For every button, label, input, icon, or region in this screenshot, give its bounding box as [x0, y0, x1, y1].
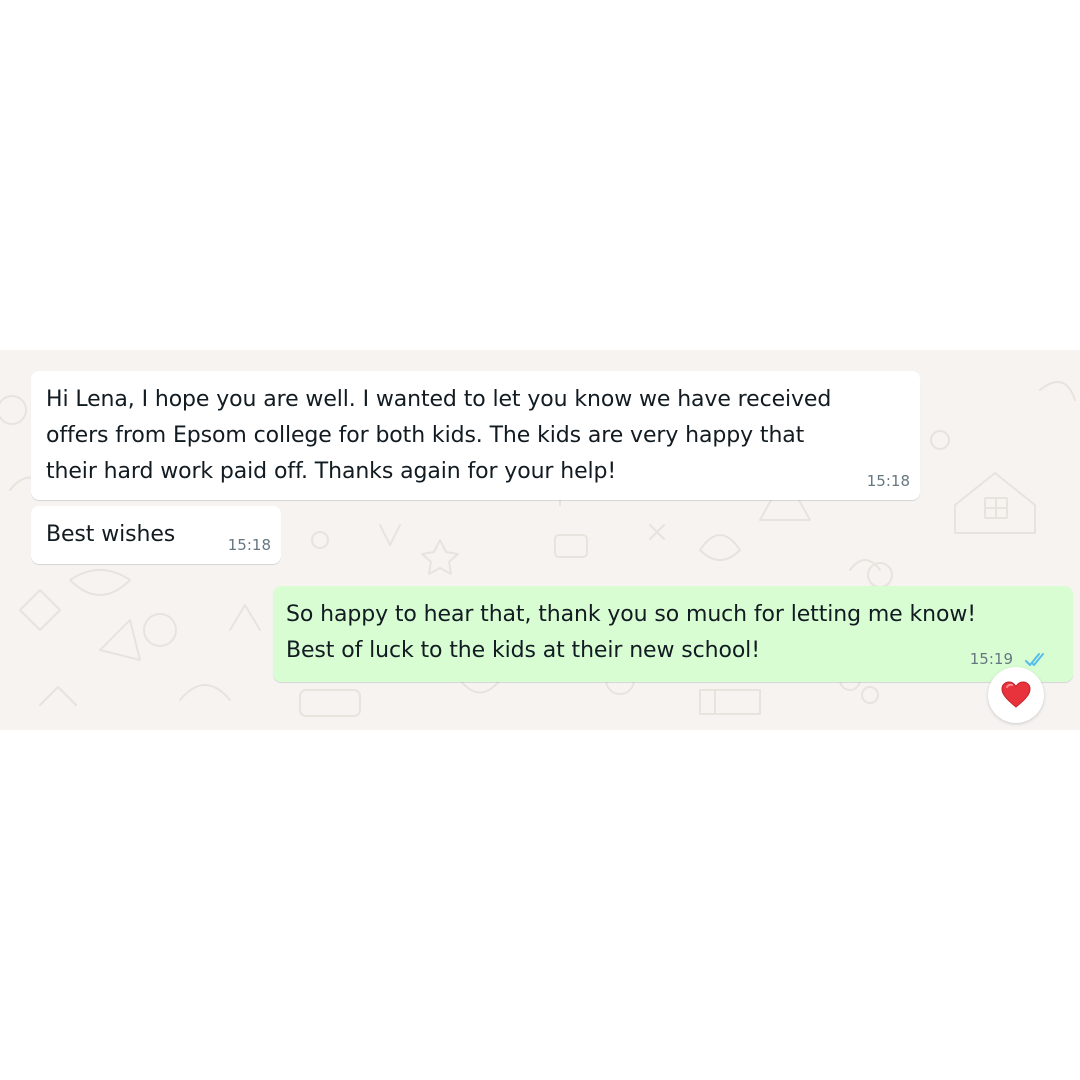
- message-timestamp: 15:19: [969, 650, 1013, 668]
- message-bubble-incoming[interactable]: Hi Lena, I hope you are well. I wanted t…: [31, 371, 920, 500]
- message-bubble-outgoing[interactable]: So happy to hear that, thank you so much…: [273, 586, 1073, 682]
- chat-conversation-panel[interactable]: Hi Lena, I hope you are well. I wanted t…: [0, 350, 1080, 730]
- page: Hi Lena, I hope you are well. I wanted t…: [0, 0, 1080, 1080]
- double-check-read-icon: [1025, 653, 1044, 666]
- message-text: So happy to hear that, thank you so much…: [286, 602, 976, 663]
- message-timestamp: 15:18: [227, 536, 271, 554]
- red-heart-icon: [1001, 681, 1031, 708]
- message-text: Hi Lena, I hope you are well. I wanted t…: [46, 387, 832, 484]
- message-bubble-incoming[interactable]: Best wishes 15:18: [31, 506, 281, 564]
- message-timestamp: 15:18: [866, 472, 910, 490]
- reaction-badge[interactable]: [988, 667, 1044, 723]
